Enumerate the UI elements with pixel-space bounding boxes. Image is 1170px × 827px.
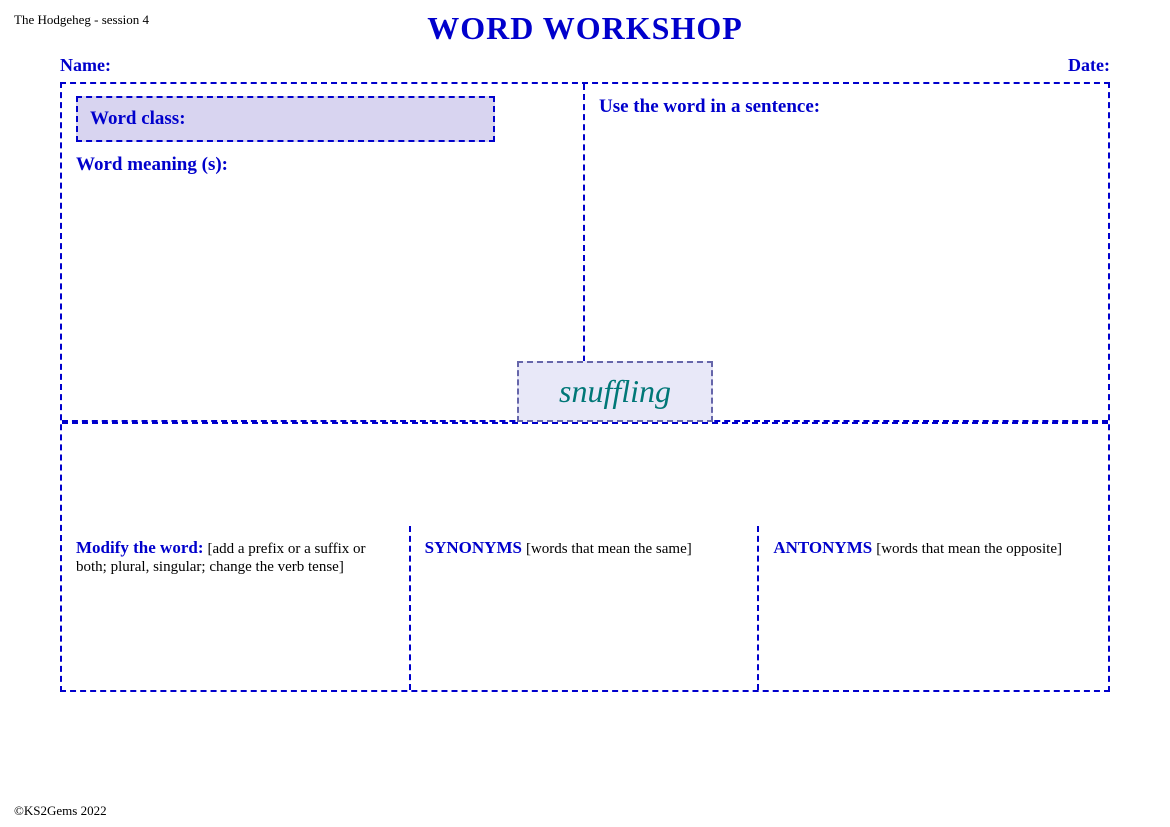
cell-synonyms: SYNONYMS [words that mean the same] xyxy=(411,526,760,690)
use-word-label: Use the word in a sentence: xyxy=(599,96,1094,118)
synonyms-sublabel: [words that mean the same] xyxy=(526,541,692,557)
synonyms-label: SYNONYMS xyxy=(425,538,522,557)
session-label: The Hodgeheg - session 4 xyxy=(14,12,149,28)
cell-bottom-row: Modify the word: [add a prefix or a suff… xyxy=(62,526,1108,690)
center-word-box: snuffling xyxy=(517,361,713,422)
antonyms-label: ANTONYMS xyxy=(773,538,872,557)
name-label: Name: xyxy=(60,55,111,76)
cell-modify: Modify the word: [add a prefix or a suff… xyxy=(62,526,411,690)
main-grid: Word class: Word meaning (s): snuffling … xyxy=(60,82,1110,692)
page-title: WORD WORKSHOP xyxy=(0,0,1170,47)
cell-antonyms: ANTONYMS [words that mean the opposite] xyxy=(759,526,1108,690)
center-word: snuffling xyxy=(559,373,671,409)
word-class-box: Word class: xyxy=(76,96,495,142)
modify-label: Modify the word: xyxy=(76,538,203,557)
cell-top-left: Word class: Word meaning (s): snuffling xyxy=(62,84,585,422)
word-meaning-label: Word meaning (s): xyxy=(76,154,569,176)
footer: ©KS2Gems 2022 xyxy=(14,803,107,819)
name-date-row: Name: Date: xyxy=(0,47,1170,82)
word-class-label: Word class: xyxy=(90,108,186,129)
antonyms-sublabel: [words that mean the opposite] xyxy=(876,541,1062,557)
date-label: Date: xyxy=(1068,55,1110,76)
